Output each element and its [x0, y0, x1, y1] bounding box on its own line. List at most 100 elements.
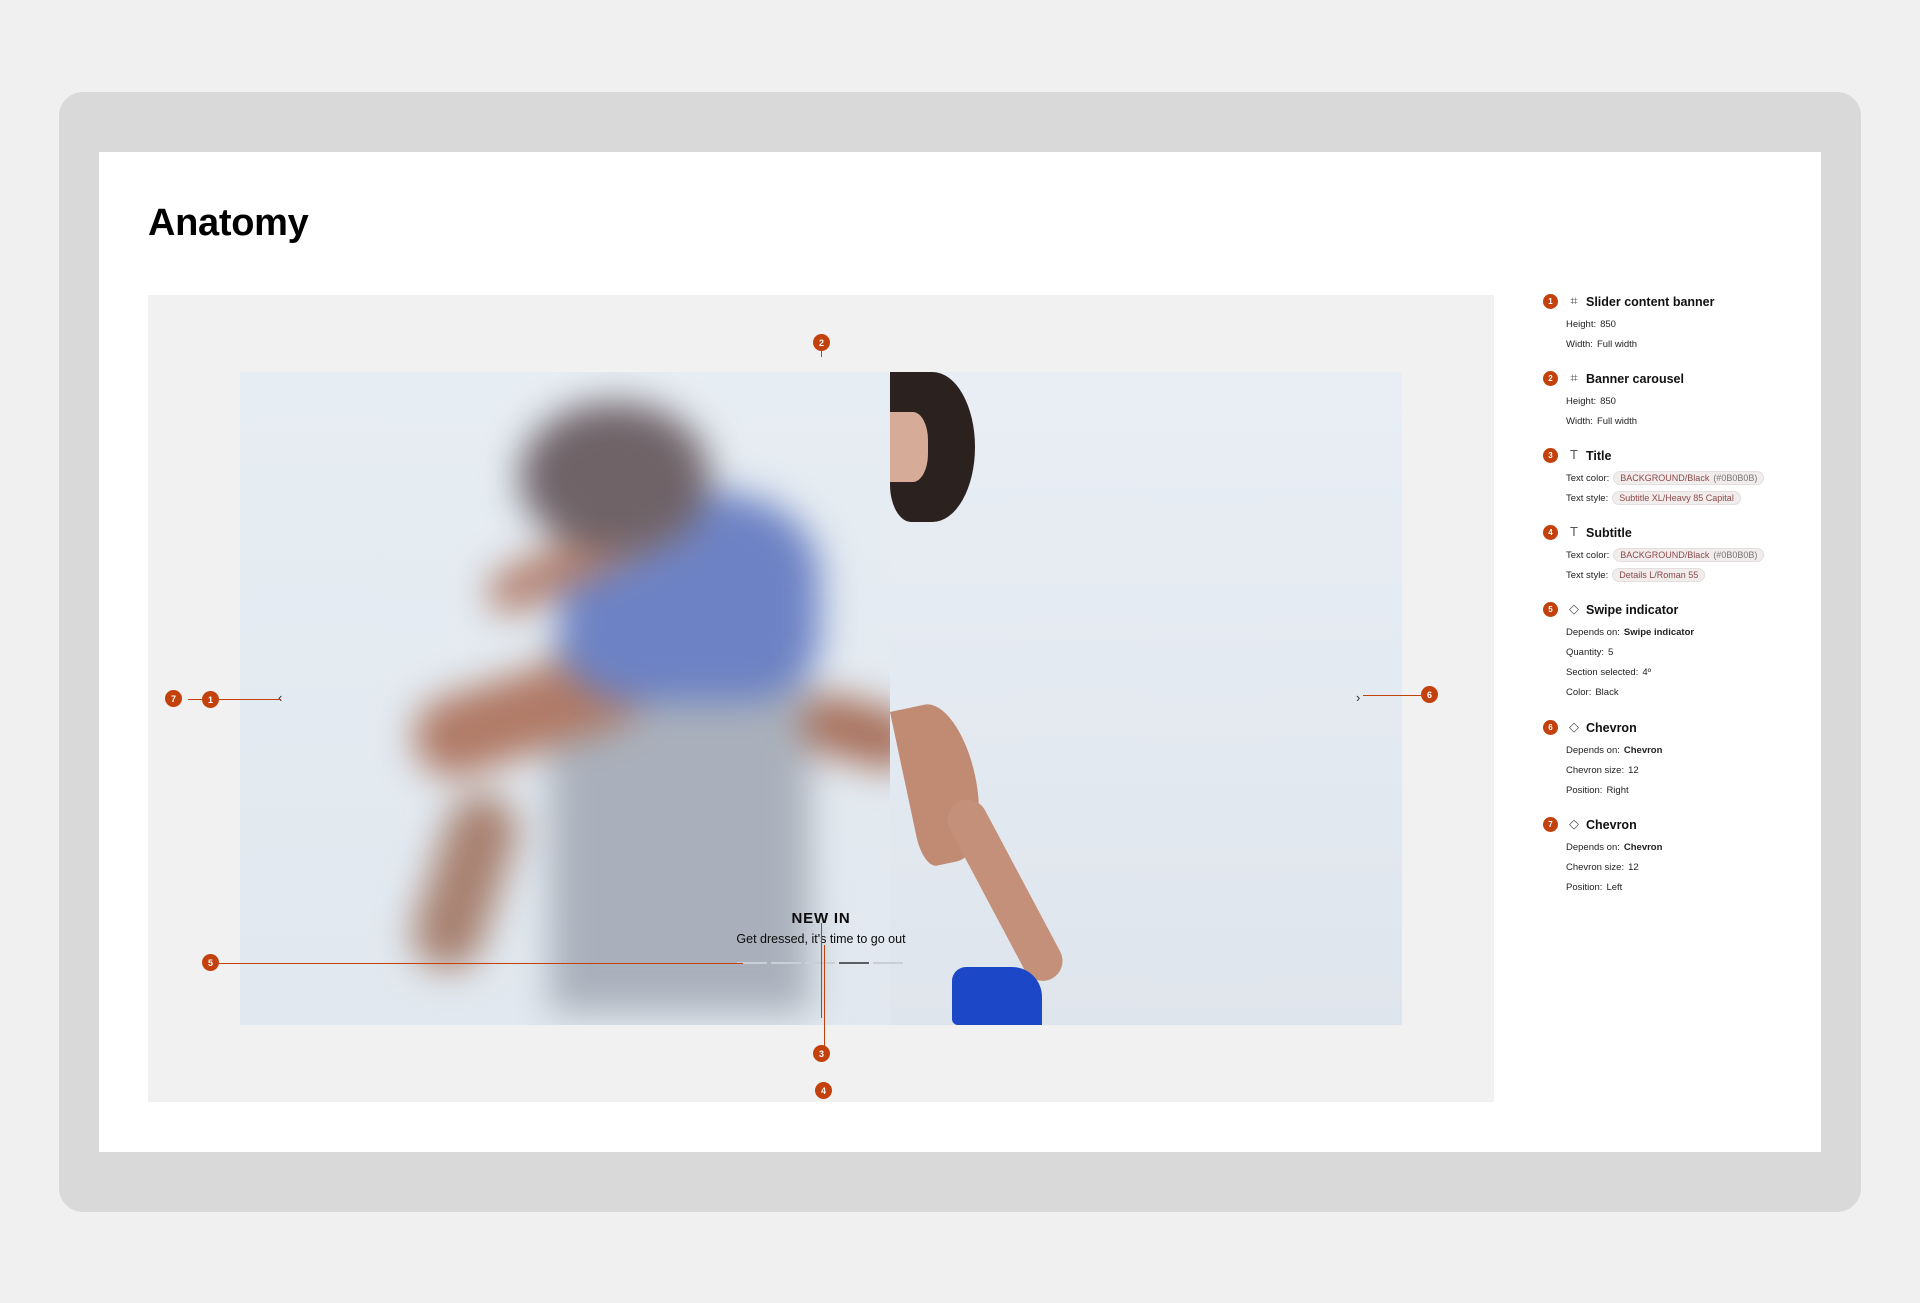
spec-name: Slider content banner: [1586, 295, 1715, 309]
spec-item: 5 ◇ Swipe indicator Depends on: Swipe indica…: [1543, 601, 1694, 702]
spec-property-row: Section selected: 4º: [1566, 662, 1694, 682]
spec-property-value: Black: [1595, 686, 1619, 698]
spec-property-row: Width: Full width: [1566, 411, 1637, 431]
marker-5-line: [215, 963, 743, 964]
spec-property-key: Position:: [1566, 784, 1603, 796]
spec-property-value: Full width: [1596, 338, 1638, 350]
chevron-right-icon[interactable]: ›: [1356, 691, 1360, 704]
spec-property-row: Width: Full width: [1566, 334, 1637, 354]
spec-number-badge: 7: [1543, 817, 1558, 832]
spec-name: Chevron: [1586, 818, 1637, 832]
marker-5: 5: [202, 954, 219, 971]
spec-property-value: Left: [1606, 881, 1623, 893]
token-name: Details L/Roman 55: [1619, 570, 1699, 580]
spec-property-row: Height: 850: [1566, 314, 1637, 334]
spec-property-value: 5: [1608, 646, 1614, 658]
spec-property-value: Full width: [1596, 415, 1638, 427]
spec-property-key: Color:: [1566, 686, 1592, 698]
spec-property-dependency: Chevron: [1623, 744, 1663, 756]
spec-property-key: Height:: [1566, 318, 1597, 330]
spec-name: Swipe indicator: [1586, 603, 1679, 617]
spec-number-badge: 6: [1543, 720, 1558, 735]
spec-property-key: Text color:: [1566, 549, 1610, 561]
spec-property-value: 850: [1600, 318, 1616, 330]
spec-property-key: Section selected:: [1566, 666, 1639, 678]
spec-property-key: Text style:: [1566, 492, 1609, 504]
anatomy-stage: NEW IN Get dressed, it's time to go out …: [148, 295, 1494, 1102]
token-chip: BACKGROUND/Black (#0B0B0B): [1613, 471, 1765, 485]
spec-property-row: Text color: BACKGROUND/Black (#0B0B0B): [1566, 545, 1765, 565]
spec-property-key: Position:: [1566, 881, 1603, 893]
spec-number-badge: 5: [1543, 602, 1558, 617]
spec-number-badge: 1: [1543, 294, 1558, 309]
token-chip: Details L/Roman 55: [1612, 568, 1706, 582]
spec-item: 7 ◇ Chevron Depends on: Chevron Chevron size:…: [1543, 816, 1662, 897]
swipe-segment[interactable]: [805, 962, 835, 964]
spec-property-key: Width:: [1566, 415, 1593, 427]
spec-property-row: Color: Black: [1566, 682, 1694, 702]
spec-item: 2 ⌗ Banner carousel Height: 850 Width: Full wi…: [1543, 370, 1684, 431]
marker-7: 7: [165, 690, 182, 707]
spec-property-dependency: Swipe indicator: [1623, 626, 1695, 638]
component-icon: ◇: [1569, 719, 1579, 734]
spec-item: 1 ⌗ Slider content banner Height: 850 Width: F…: [1543, 293, 1715, 354]
spec-property-key: Chevron size:: [1566, 861, 1625, 873]
spec-property-row: Depends on: Swipe indicator: [1566, 622, 1694, 642]
token-name: Subtitle XL/Heavy 85 Capital: [1619, 493, 1734, 503]
spec-number-badge: 3: [1543, 448, 1558, 463]
marker-3-line: [821, 923, 822, 1018]
token-hex: (#0B0B0B): [1713, 473, 1758, 483]
spec-property-row: Chevron size: 12: [1566, 760, 1662, 780]
swipe-indicator[interactable]: [737, 962, 903, 964]
token-name: BACKGROUND/Black: [1620, 473, 1710, 483]
spec-property-key: Text color:: [1566, 472, 1610, 484]
spec-name: Banner carousel: [1586, 372, 1684, 386]
spec-property-key: Depends on:: [1566, 841, 1620, 853]
spec-item: 4 T Subtitle Text color: BACKGROUND/Black (#0…: [1543, 524, 1765, 585]
spec-property-dependency: Chevron: [1623, 841, 1663, 853]
text-icon: T: [1570, 524, 1578, 539]
banner-image-blurred: [240, 372, 890, 1025]
token-chip: Subtitle XL/Heavy 85 Capital: [1612, 491, 1741, 505]
spec-name: Chevron: [1586, 721, 1637, 735]
chevron-left-icon[interactable]: ‹: [278, 691, 282, 704]
text-icon: T: [1570, 447, 1578, 462]
spec-property-value: Right: [1606, 784, 1629, 796]
spec-property-value: 850: [1600, 395, 1616, 407]
page-title: Anatomy: [148, 202, 309, 244]
marker-1: 1: [202, 691, 219, 708]
swipe-segment[interactable]: [771, 962, 801, 964]
frame-icon: ⌗: [1570, 293, 1578, 308]
component-icon: ◇: [1569, 816, 1579, 831]
spec-number-badge: 4: [1543, 525, 1558, 540]
swipe-segment[interactable]: [839, 962, 869, 964]
spec-property-row: Quantity: 5: [1566, 642, 1694, 662]
spec-property-value: 12: [1628, 861, 1639, 873]
anatomy-page: Anatomy NEW IN Get dressed, it's time to…: [99, 152, 1821, 1152]
spec-property-row: Depends on: Chevron: [1566, 740, 1662, 760]
spec-item: 6 ◇ Chevron Depends on: Chevron Chevron size:…: [1543, 719, 1662, 800]
spec-property-row: Position: Right: [1566, 780, 1662, 800]
spec-property-key: Depends on:: [1566, 626, 1620, 638]
spec-name: Title: [1586, 449, 1612, 463]
swipe-segment[interactable]: [873, 962, 903, 964]
spec-property-key: Width:: [1566, 338, 1593, 350]
marker-6-line: [1363, 695, 1421, 696]
spec-property-key: Text style:: [1566, 569, 1609, 581]
spec-property-row: Depends on: Chevron: [1566, 837, 1662, 857]
spec-property-row: Height: 850: [1566, 391, 1637, 411]
frame-icon: ⌗: [1570, 370, 1578, 385]
spec-property-row: Chevron size: 12: [1566, 857, 1662, 877]
banner-image-clear: [890, 372, 1402, 1025]
token-chip: BACKGROUND/Black (#0B0B0B): [1613, 548, 1765, 562]
spec-number-badge: 2: [1543, 371, 1558, 386]
spec-property-row: Text style: Subtitle XL/Heavy 85 Capital: [1566, 488, 1764, 508]
marker-4-line: [824, 945, 825, 1055]
token-hex: (#0B0B0B): [1713, 550, 1758, 560]
spec-property-key: Depends on:: [1566, 744, 1620, 756]
spec-item: 3 T Title Text color: BACKGROUND/Black (#0B0B…: [1543, 447, 1765, 508]
spec-property-key: Chevron size:: [1566, 764, 1625, 776]
spec-property-value: 12: [1628, 764, 1639, 776]
marker-6: 6: [1421, 686, 1438, 703]
spec-property-value: 4º: [1642, 666, 1652, 678]
